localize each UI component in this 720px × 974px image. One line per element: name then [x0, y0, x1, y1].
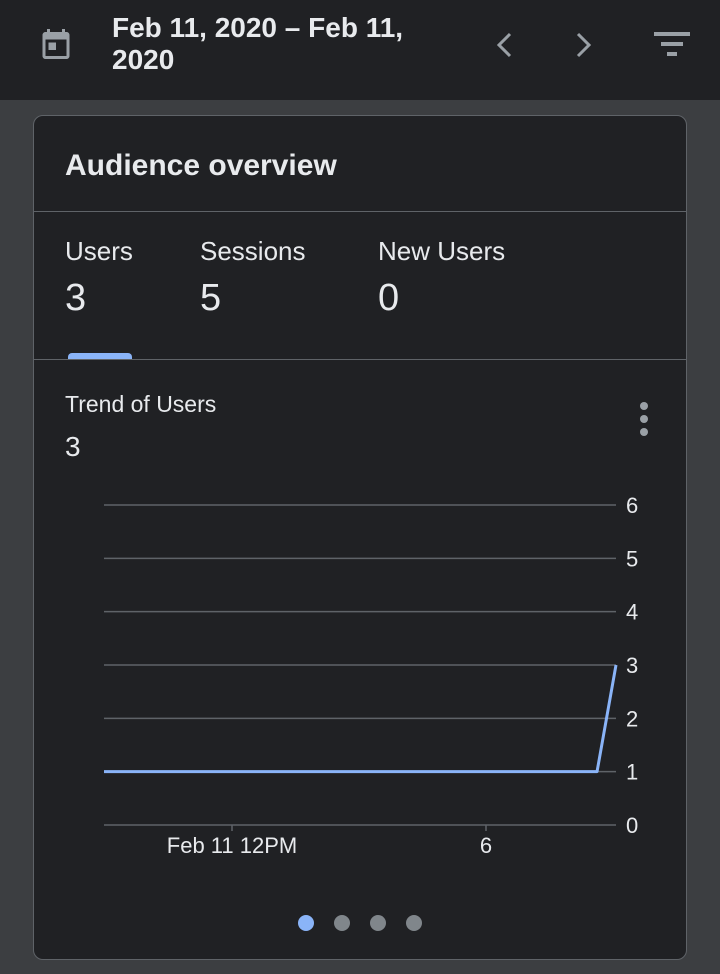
metric-value: 0: [378, 277, 400, 319]
audience-overview-card: Audience overview Users 3 Sessions 5 New…: [33, 115, 687, 960]
metric-label: Users: [65, 236, 133, 266]
trend-label: Trend of Users: [65, 391, 217, 417]
pagination-dots: [34, 911, 686, 935]
metric-sessions[interactable]: Sessions 5: [200, 236, 306, 320]
pagination-dot[interactable]: [334, 915, 350, 931]
y-tick-label: 5: [626, 546, 638, 571]
y-tick-label: 6: [626, 493, 638, 518]
filter-icon[interactable]: [652, 30, 692, 58]
y-tick-label: 2: [626, 706, 638, 731]
trend-line-chart: 0 1 2 3 4 5 6 Feb 11 12PM 6: [104, 493, 638, 858]
pagination-dot[interactable]: [406, 915, 422, 931]
metric-label: New Users: [378, 236, 506, 266]
metric-label: Sessions: [200, 236, 306, 266]
y-tick-label: 3: [626, 653, 638, 678]
y-tick-label: 1: [626, 760, 638, 785]
x-tick-label: Feb 11 12PM: [167, 833, 297, 858]
top-bar: Feb 11, 2020 – Feb 11, 2020: [0, 0, 720, 100]
metric-value: 5: [200, 277, 222, 319]
chevron-left-icon[interactable]: [490, 30, 518, 60]
metric-users[interactable]: Users 3: [65, 236, 133, 320]
calendar-icon[interactable]: [38, 26, 74, 62]
pagination-dot[interactable]: [298, 915, 314, 931]
metric-value: 3: [65, 277, 87, 319]
y-tick-label: 0: [626, 813, 638, 838]
trend-value: 3: [65, 431, 81, 462]
y-tick-label: 4: [626, 600, 638, 625]
divider: [34, 359, 686, 360]
more-vert-icon[interactable]: [632, 399, 656, 439]
card-title: Audience overview: [65, 149, 337, 182]
chevron-right-icon[interactable]: [570, 30, 598, 60]
pagination-dot[interactable]: [370, 915, 386, 931]
x-tick-label: 6: [480, 833, 492, 858]
date-range[interactable]: Feb 11, 2020 – Feb 11, 2020: [112, 12, 442, 76]
metric-new-users[interactable]: New Users 0: [378, 236, 505, 320]
divider: [34, 211, 686, 212]
